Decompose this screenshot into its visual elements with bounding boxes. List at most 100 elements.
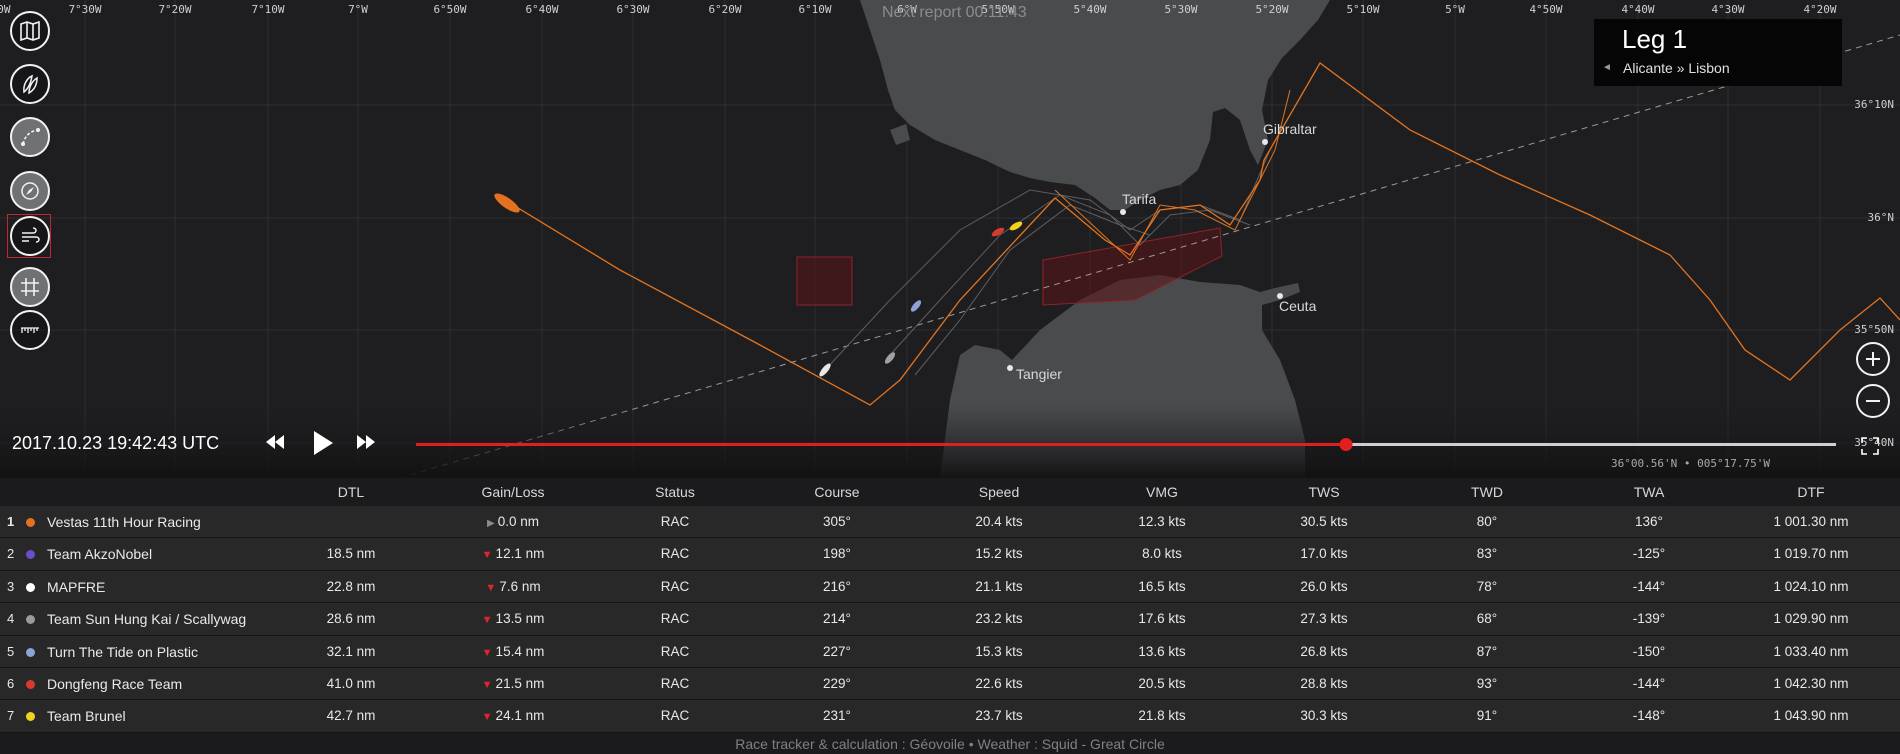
land-spain: [860, 0, 1330, 210]
column-header[interactable]: DTF: [1797, 484, 1824, 500]
cell-status: RAC: [660, 578, 690, 594]
gain-value: 24.1 nm: [495, 708, 545, 724]
team-name[interactable]: Turn The Tide on Plastic: [47, 644, 198, 660]
table-row[interactable]: 7 Team Brunel 42.7 nm ▼ 24.1 nm RAC 231° 23.7 k…: [0, 700, 1900, 733]
cell-dtl: 42.7 nm: [326, 708, 376, 724]
loss-arrow-icon: ▼: [481, 549, 493, 562]
route-icon[interactable]: [10, 117, 50, 157]
longitude-label: 6°50W: [433, 3, 467, 16]
table-row[interactable]: 1 Vestas 11th Hour Racing ▶ 0.0 nm RAC 305° 20…: [0, 506, 1900, 539]
gain-value: 12.1 nm: [495, 546, 545, 562]
previous-leg-icon[interactable]: ◄: [1602, 62, 1612, 73]
cell-twa: 136°: [1635, 514, 1663, 529]
column-header[interactable]: TWA: [1634, 484, 1665, 500]
team-name[interactable]: Team Brunel: [47, 708, 126, 724]
cell-gain: ▶ 0.0 nm: [487, 514, 539, 529]
leg-selector[interactable]: Leg 1 ◄ Alicante » Lisbon: [1594, 19, 1842, 86]
rank-number: 5: [7, 643, 15, 659]
wind-icon[interactable]: [10, 216, 50, 256]
cell-course: 227°: [823, 643, 851, 659]
cell-speed: 23.2 kts: [975, 611, 1023, 627]
playback-timestamp: 2017.10.23 19:42:43 UTC: [12, 433, 220, 453]
ruler-icon[interactable]: [10, 310, 50, 350]
column-header[interactable]: Gain/Loss: [481, 484, 544, 500]
team-name[interactable]: Vestas 11th Hour Racing: [47, 514, 201, 530]
longitude-label: 7°10W: [251, 3, 285, 16]
zoom-in-icon[interactable]: [1856, 342, 1890, 376]
column-header[interactable]: Status: [655, 484, 695, 500]
column-header[interactable]: Speed: [979, 484, 1019, 500]
team-color-dot: [26, 679, 35, 689]
cell-vmg: 17.6 kts: [1138, 611, 1186, 627]
cell-dtf: 1 029.90 nm: [1773, 611, 1849, 627]
column-header[interactable]: Course: [814, 484, 859, 500]
cell-dtf: 1 042.30 nm: [1773, 675, 1849, 691]
loss-arrow-icon: ▼: [481, 678, 493, 691]
cell-dtf: 1 024.10 nm: [1773, 578, 1849, 594]
column-header[interactable]: TWD: [1471, 484, 1503, 500]
cell-twa: -148°: [1632, 708, 1666, 724]
cell-dtl: 28.6 nm: [326, 611, 376, 627]
longitude-label: 4°20W: [1803, 3, 1837, 16]
race-map[interactable]: 7°40W 7°30W 7°20W 7°10W 7°W 6°50W 6°40W …: [0, 0, 1900, 478]
team-name[interactable]: MAPFRE: [47, 579, 105, 595]
table-row[interactable]: 6 Dongfeng Race Team 41.0 nm ▼ 21.5 nm RAC 229…: [0, 667, 1900, 701]
column-header[interactable]: VMG: [1146, 484, 1178, 500]
cell-gain: ▼ 15.4 nm: [482, 644, 545, 659]
gain-value: 13.5 nm: [495, 611, 545, 627]
team-color-dot: [26, 647, 35, 657]
team-name[interactable]: Team AkzoNobel: [47, 546, 152, 562]
cell-vmg: 13.6 kts: [1138, 643, 1186, 659]
cell-dtl: 41.0 nm: [326, 675, 376, 691]
grid-icon[interactable]: [10, 267, 50, 307]
longitude-label: 6°40W: [525, 3, 559, 16]
cell-twd: 93°: [1476, 675, 1498, 691]
cell-vmg: 12.3 kts: [1138, 514, 1186, 529]
cell-tws: 30.3 kts: [1300, 708, 1348, 724]
longitude-label: 5°30W: [1164, 3, 1198, 16]
gain-value: 7.6 nm: [499, 578, 541, 594]
cell-speed: 15.3 kts: [975, 643, 1023, 659]
longitude-label: 7°30W: [68, 3, 102, 16]
team-color-dot: [26, 582, 35, 592]
boats-icon[interactable]: [10, 64, 50, 104]
table-row[interactable]: 5 Turn The Tide on Plastic 32.1 nm ▼ 15.4 nm…: [0, 635, 1900, 668]
table-row[interactable]: 4 Team Sun Hung Kai / Scallywag 28.6 nm ▼ 13…: [0, 603, 1900, 636]
latitude-label: 35°50N: [1854, 323, 1894, 336]
team-name[interactable]: Team Sun Hung Kai / Scallywag: [47, 611, 246, 627]
cell-tws: 30.5 kts: [1300, 514, 1348, 529]
table-row[interactable]: 2 Team AkzoNobel 18.5 nm ▼ 12.1 nm RAC 198° 15.…: [0, 538, 1900, 571]
fullscreen-icon[interactable]: [1860, 436, 1880, 456]
column-header[interactable]: TWS: [1308, 484, 1339, 500]
rewind-icon[interactable]: [264, 433, 286, 455]
play-icon[interactable]: [311, 429, 335, 461]
cursor-coordinates: 36°00.56'N • 005°17.75'W: [1611, 457, 1770, 470]
compass-icon[interactable]: [10, 171, 50, 211]
cell-twd: 80°: [1476, 514, 1498, 529]
map-icon[interactable]: [10, 11, 50, 51]
table-row[interactable]: 3 MAPFRE 22.8 nm ▼ 7.6 nm RAC 216° 21.1 kts 16.5…: [0, 570, 1900, 604]
longitude-label: 7°20W: [158, 3, 192, 16]
cell-gain: ▼ 12.1 nm: [482, 546, 545, 561]
fast-forward-icon[interactable]: [355, 433, 377, 455]
timeline-handle[interactable]: [1339, 438, 1353, 451]
timeline-scrubber[interactable]: [416, 438, 1836, 451]
cell-course: 229°: [823, 675, 851, 691]
loss-arrow-icon: ▼: [481, 614, 493, 627]
cell-vmg: 20.5 kts: [1138, 675, 1186, 691]
cell-twa: -125°: [1632, 546, 1666, 562]
longitude-label: 4°50W: [1529, 3, 1563, 16]
cell-twd: 78°: [1476, 578, 1498, 594]
cell-twa: -144°: [1632, 578, 1666, 594]
timeline-progress: [416, 443, 1347, 446]
longitude-label: 5°20W: [1255, 3, 1289, 16]
leg-title: Leg 1: [1622, 24, 1688, 54]
cell-course: 216°: [823, 578, 851, 594]
column-header[interactable]: DTL: [338, 484, 364, 500]
cell-status: RAC: [660, 643, 690, 659]
team-name[interactable]: Dongfeng Race Team: [47, 676, 182, 692]
neutral-arrow-icon: ▶: [487, 518, 495, 529]
zoom-out-icon[interactable]: [1856, 384, 1890, 418]
next-report-countdown: Next report 00:11:43: [882, 4, 1027, 21]
cell-dtl: 22.8 nm: [326, 578, 376, 594]
